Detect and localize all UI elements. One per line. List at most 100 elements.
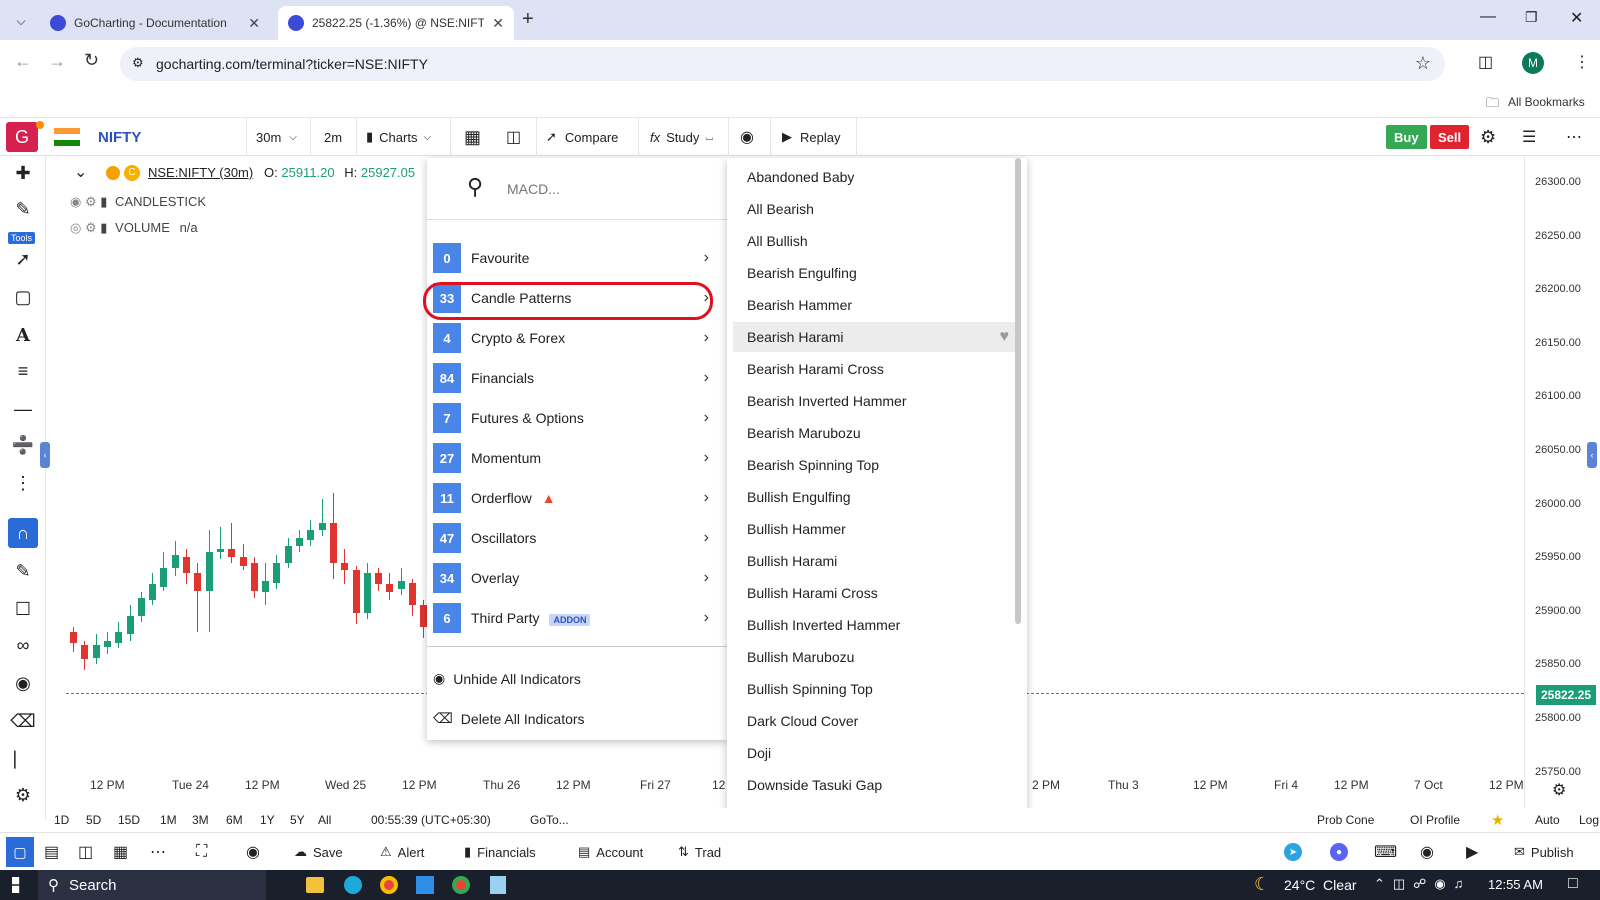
- alert-button[interactable]: ⚠ Alert: [380, 833, 424, 871]
- more-layouts-icon[interactable]: ⋯: [150, 833, 166, 871]
- range-button-15d[interactable]: 15D: [118, 813, 140, 827]
- study-category-financials[interactable]: 84 Financials ›: [433, 360, 715, 396]
- gear-icon[interactable]: ⚙: [85, 194, 97, 209]
- vscode-icon[interactable]: [416, 876, 434, 894]
- pattern-item[interactable]: Bullish Hammer: [733, 514, 1015, 544]
- auto-scale-button[interactable]: Auto: [1535, 813, 1560, 827]
- settings-gear-icon[interactable]: ⚙: [1480, 118, 1496, 156]
- pattern-item[interactable]: Bearish Harami ♥: [733, 322, 1015, 352]
- study-category-orderflow[interactable]: 11 Orderflow ▲ ›: [433, 480, 715, 516]
- interval2-button[interactable]: 2m: [324, 118, 342, 156]
- study-dropdown[interactable]: fx Study ⌴: [650, 118, 713, 156]
- pattern-item[interactable]: Bullish Marubozu: [733, 642, 1015, 672]
- trade-button[interactable]: ⇅ Trad: [678, 833, 721, 871]
- study-search-input[interactable]: [507, 174, 697, 204]
- oi-profile-button[interactable]: OI Profile: [1410, 813, 1460, 827]
- pattern-item[interactable]: Bullish Harami Cross: [733, 578, 1015, 608]
- pattern-item[interactable]: Bullish Inverted Hammer: [733, 610, 1015, 640]
- pattern-item[interactable]: Bullish Spinning Top: [733, 674, 1015, 704]
- submenu-scrollbar[interactable]: [1015, 158, 1021, 624]
- camera-icon[interactable]: ◉: [740, 118, 754, 156]
- layout-grid-icon[interactable]: ▦: [464, 118, 481, 156]
- eye-hidden-icon[interactable]: ◎: [70, 220, 81, 235]
- bookmark-star-icon[interactable]: ☆: [1415, 53, 1431, 74]
- rectangle-icon[interactable]: ▢: [8, 282, 38, 312]
- study-category-momentum[interactable]: 27 Momentum ›: [433, 440, 715, 476]
- symbol-button[interactable]: NIFTY: [98, 118, 141, 156]
- horizontal-split-icon[interactable]: ▤: [44, 833, 59, 871]
- close-tab-icon[interactable]: ✕: [248, 15, 260, 32]
- fibonacci-icon[interactable]: ≡: [8, 356, 38, 386]
- pencil-icon[interactable]: ✎: [8, 194, 38, 224]
- single-layout-icon[interactable]: ▢: [6, 837, 34, 867]
- pattern-item[interactable]: Abandoned Baby: [733, 162, 1015, 192]
- study-category-crypto-forex[interactable]: 4 Crypto & Forex ›: [433, 320, 715, 356]
- study-category-futures-options[interactable]: 7 Futures & Options ›: [433, 400, 715, 436]
- study-category-oscillators[interactable]: 47 Oscillators ›: [433, 520, 715, 556]
- range-button-6m[interactable]: 6M: [226, 813, 243, 827]
- more-options-icon[interactable]: ⋯: [1566, 118, 1582, 156]
- gear-icon[interactable]: ⚙: [85, 220, 97, 235]
- unhide-all-indicators-button[interactable]: ◉ Unhide All Indicators: [433, 670, 581, 687]
- highlighter-icon[interactable]: ✎: [8, 556, 38, 586]
- range-button-all[interactable]: All: [318, 813, 331, 827]
- measure-icon[interactable]: ⋮: [8, 468, 38, 498]
- cursor-arrow-icon[interactable]: ➚: [8, 244, 38, 274]
- pattern-item[interactable]: Bullish Harami: [733, 546, 1015, 576]
- right-collapse-handle[interactable]: ‹: [1587, 442, 1597, 468]
- video-icon[interactable]: ▶: [1466, 833, 1478, 871]
- system-tray-icons[interactable]: ⌃◫☍◉♫: [1374, 876, 1471, 892]
- eye-icon[interactable]: ◉: [70, 194, 81, 209]
- financials-button[interactable]: ▮ Financials: [464, 833, 536, 871]
- range-button-1y[interactable]: 1Y: [260, 813, 275, 827]
- interval-dropdown[interactable]: 30m ⌵: [256, 118, 297, 156]
- edge-icon[interactable]: [344, 876, 362, 894]
- app-logo[interactable]: G: [6, 122, 38, 152]
- prob-cone-button[interactable]: Prob Cone: [1317, 813, 1374, 827]
- compare-button[interactable]: ➚ Compare: [546, 118, 618, 156]
- maximize-window-icon[interactable]: ❐: [1525, 9, 1538, 26]
- browser-tab-documentation[interactable]: GoCharting - Documentation ✕: [40, 6, 270, 40]
- discord-icon[interactable]: ●: [1330, 843, 1348, 861]
- pattern-item[interactable]: Bearish Spinning Top: [733, 450, 1015, 480]
- price-axis[interactable]: ‹: [1524, 156, 1600, 808]
- browser-tab-terminal[interactable]: 25822.25 (-1.36%) @ NSE:NIFTY ✕: [278, 6, 514, 40]
- chrome-icon[interactable]: [380, 876, 398, 894]
- keyboard-icon[interactable]: ⌨: [1374, 833, 1397, 871]
- tab-list-chevron-icon[interactable]: ⌵: [10, 10, 32, 32]
- file-explorer-icon[interactable]: [306, 877, 324, 893]
- chrome-profile-icon[interactable]: [452, 876, 470, 894]
- range-button-3m[interactable]: 3M: [192, 813, 209, 827]
- notepad-icon[interactable]: [490, 876, 506, 894]
- favorite-star-icon[interactable]: ★: [1491, 811, 1504, 829]
- ruler-icon[interactable]: ⎸: [8, 744, 38, 774]
- range-button-1m[interactable]: 1M: [160, 813, 177, 827]
- pattern-item[interactable]: Doji: [733, 738, 1015, 768]
- study-category-third-party[interactable]: 6 Third Party ADDON ›: [433, 600, 715, 636]
- eye-icon[interactable]: ◉: [8, 668, 38, 698]
- publish-button[interactable]: ✉ Publish: [1514, 833, 1574, 871]
- pattern-item[interactable]: Bearish Inverted Hammer: [733, 386, 1015, 416]
- trend-line-icon[interactable]: ➗: [8, 430, 38, 460]
- sell-button[interactable]: Sell: [1430, 125, 1470, 149]
- indicator-bars-icon[interactable]: ◫: [506, 118, 521, 156]
- favourite-heart-icon[interactable]: ♥: [1000, 328, 1010, 346]
- close-window-icon[interactable]: ✕: [1570, 8, 1583, 28]
- pattern-item[interactable]: Bullish Engulfing: [733, 482, 1015, 512]
- range-button-1d[interactable]: 1D: [54, 813, 69, 827]
- link-icon[interactable]: ∞: [8, 630, 38, 660]
- pattern-item[interactable]: Bearish Marubozu: [733, 418, 1015, 448]
- extensions-icon[interactable]: ◫: [1478, 52, 1493, 72]
- forward-arrow-icon[interactable]: →: [48, 51, 66, 72]
- study-category-favourite[interactable]: 0 Favourite ›: [433, 240, 715, 276]
- left-collapse-handle[interactable]: ‹: [40, 442, 50, 468]
- magnet-icon[interactable]: ∩: [8, 518, 38, 548]
- delete-all-indicators-button[interactable]: ⌫ Delete All Indicators: [433, 710, 585, 727]
- goto-button[interactable]: GoTo...: [530, 813, 569, 827]
- layers-icon[interactable]: ☰: [1522, 118, 1536, 156]
- pattern-item[interactable]: Downside Tasuki Gap: [733, 770, 1015, 800]
- legend-collapse-chevron-icon[interactable]: ⌄: [74, 162, 87, 182]
- range-button-5d[interactable]: 5D: [86, 813, 101, 827]
- back-arrow-icon[interactable]: ←: [14, 51, 32, 72]
- buy-button[interactable]: Buy: [1386, 125, 1427, 149]
